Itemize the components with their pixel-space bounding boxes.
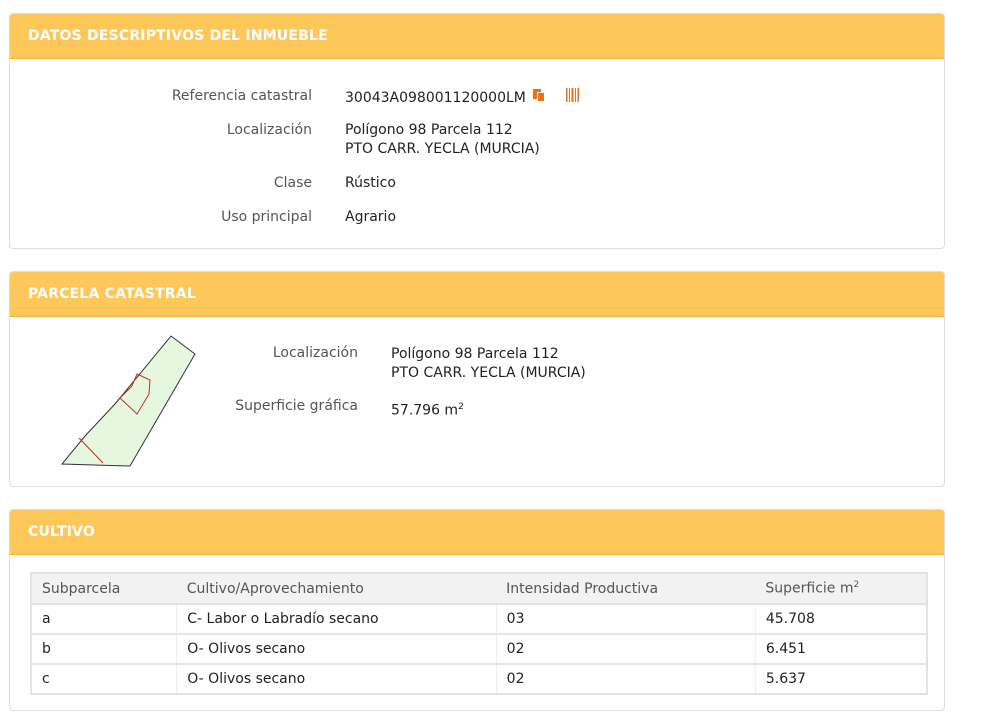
cell-cultivo: C- Labor o Labradío secano [176,604,497,635]
table-header-row: Subparcela Cultivo/Aprovechamiento Inten… [31,573,927,605]
uso-label: Uso principal [221,209,312,225]
superficie-unit-sup: 2 [458,402,464,412]
datos-descriptivos-title: DATOS DESCRIPTIVOS DEL INMUEBLE [10,14,944,59]
table-row: a C- Labor o Labradío secano 03 45.708 [31,604,927,635]
header-intensidad: Intensidad Productiva [496,573,756,605]
clase-value: Rústico [345,175,396,191]
barcode-icon[interactable] [565,87,581,109]
cell-subparcela: c [31,664,178,694]
header-cultivo: Cultivo/Aprovechamiento [176,573,497,605]
copy-icon[interactable] [532,88,546,108]
superficie-value: 57.796 m [391,402,459,419]
cultivo-title: CULTIVO [10,510,944,555]
header-superficie: Superficie m2 [755,573,927,605]
clase-label: Clase [273,175,312,191]
cell-superficie: 5.637 [765,671,806,687]
cell-intensidad: 02 [496,664,756,694]
parcela-catastral-title: PARCELA CATASTRAL [10,272,944,317]
superficie-label: Superficie gráfica [235,398,358,414]
cultivo-panel: CULTIVO Subparcela Cultivo/Aprovechamien… [9,509,945,711]
cultivo-table: Subparcela Cultivo/Aprovechamiento Inten… [30,572,928,695]
localizacion-line2: PTO CARR. YECLA (MURCIA) [345,141,540,157]
parcel-map[interactable] [55,330,205,470]
referencia-value-row: 30043A098001120000LM [345,87,581,109]
parcela-localizacion-line1: Polígono 98 Parcela 112 [391,346,559,362]
uso-value: Agrario [345,209,397,225]
parcela-catastral-panel: PARCELA CATASTRAL Localización Polígono … [9,271,945,487]
cell-intensidad: 03 [496,604,756,635]
cell-subparcela: b [31,634,178,665]
localizacion-label: Localización [226,122,312,138]
table-row: c O- Olivos secano 02 5.637 [31,664,927,694]
cell-cultivo: O- Olivos secano [176,664,497,694]
datos-descriptivos-panel: DATOS DESCRIPTIVOS DEL INMUEBLE Referenc… [9,13,945,249]
parcel-outline [60,335,196,467]
cell-subparcela: a [31,604,178,635]
cell-superficie: 45.708 [755,604,927,635]
parcela-localizacion-line2: PTO CARR. YECLA (MURCIA) [391,365,586,381]
table-row: b O- Olivos secano 02 6.451 [31,634,927,665]
cell-superficie: 6.451 [755,634,927,665]
cell-cultivo: O- Olivos secano [176,634,497,665]
referencia-value: 30043A098001120000LM [345,90,526,106]
superficie-value-row: 57.796 m2 [391,398,464,421]
parcela-localizacion-label: Localización [272,345,358,361]
cell-intensidad: 02 [496,634,756,665]
referencia-label: Referencia catastral [171,88,312,104]
localizacion-line1: Polígono 98 Parcela 112 [345,122,513,138]
header-subparcela: Subparcela [31,573,177,605]
